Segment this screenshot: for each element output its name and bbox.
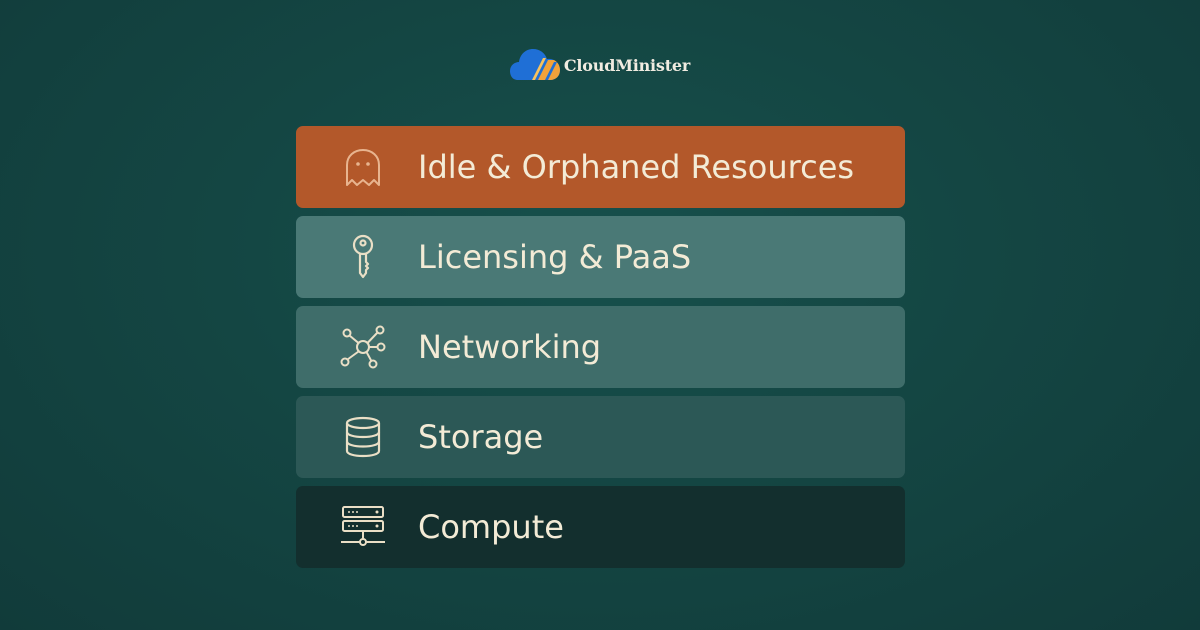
category-licensing-paas[interactable]: Licensing & PaaS <box>296 216 905 298</box>
database-icon <box>339 413 387 461</box>
key-icon <box>339 233 387 281</box>
category-label: Licensing & PaaS <box>418 238 692 276</box>
category-label: Idle & Orphaned Resources <box>418 148 855 186</box>
category-label: Networking <box>418 328 602 366</box>
category-storage[interactable]: Storage <box>296 396 905 478</box>
ghost-icon <box>339 143 387 191</box>
category-list: Idle & Orphaned Resources Licensing & Pa… <box>296 126 905 576</box>
cloud-logo-icon <box>509 49 560 80</box>
category-networking[interactable]: Networking <box>296 306 905 388</box>
category-label: Compute <box>418 508 564 546</box>
server-icon <box>339 503 387 551</box>
category-compute[interactable]: Compute <box>296 486 905 568</box>
network-icon <box>339 323 387 371</box>
category-idle-orphaned[interactable]: Idle & Orphaned Resources <box>296 126 905 208</box>
category-label: Storage <box>418 418 544 456</box>
brand-logo: CloudMinister <box>0 44 1200 84</box>
brand-name: CloudMinister <box>563 56 691 75</box>
